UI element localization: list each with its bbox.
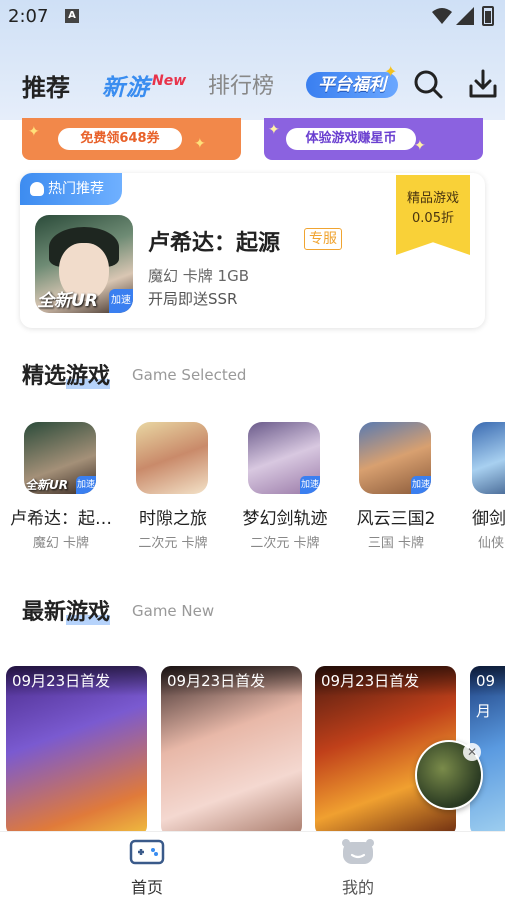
game-icon[interactable]: [472, 422, 505, 494]
game-icon[interactable]: 加速: [359, 422, 431, 494]
game-card[interactable]: 御剑 仙侠: [454, 420, 505, 560]
release-date: 09月23日首发: [315, 666, 456, 696]
section-title-highlight: 游戏: [66, 364, 111, 389]
game-card[interactable]: 加速 梦幻剑轨迹 二次元 卡牌: [230, 420, 340, 560]
bottom-nav-home[interactable]: 首页: [107, 838, 187, 897]
tab-recommend[interactable]: 推荐: [22, 68, 70, 103]
profile-icon: [342, 839, 374, 864]
hot-recommend-tag: 热门推荐: [20, 173, 122, 205]
game-name: 风云三国2: [356, 509, 436, 529]
earn-coins-banner[interactable]: ✦ 体验游戏赚星币 ✦: [264, 118, 483, 160]
icon-caption: 全新UR: [25, 478, 68, 492]
top-nav: 推荐 新游 New 排行榜 平台福利 ✦: [0, 60, 505, 106]
speed-badge: 加速: [411, 476, 431, 494]
icon-caption: 全新UR: [37, 291, 98, 311]
game-tags: 三国 卡牌: [367, 536, 425, 551]
bottom-nav-mine[interactable]: 我的: [318, 838, 398, 897]
sparkle-icon: ✦: [384, 62, 398, 81]
status-time: 2:07: [8, 6, 49, 27]
game-name: 御剑: [472, 509, 505, 529]
discount-ribbon: 精品游戏 0.05折: [396, 175, 470, 255]
game-description: 开局即送SSR: [148, 290, 238, 308]
fire-icon: [30, 182, 44, 196]
game-icon[interactable]: 全新UR 加速: [24, 422, 96, 494]
free-voucher-banner[interactable]: ✦ 免费领648券 ✦: [22, 118, 241, 160]
game-meta: 魔幻 卡牌 1GB: [148, 267, 249, 285]
banner-label: 免费领648券: [58, 128, 182, 150]
tab-new-games[interactable]: 新游: [102, 68, 150, 102]
sparkle-icon: ✦: [414, 138, 426, 154]
section-title-highlight: 游戏: [66, 600, 111, 625]
bottom-nav-label: 我的: [341, 878, 374, 897]
game-name: 时隙之旅: [139, 509, 207, 529]
release-date: 09月23日首发: [6, 666, 147, 696]
wifi-icon: [432, 8, 452, 24]
game-name: 卢希达：起…: [10, 509, 112, 529]
speed-badge: 加速: [76, 476, 96, 494]
hot-tag-label: 热门推荐: [48, 181, 104, 197]
release-date: 09月23日首发: [161, 666, 302, 696]
close-icon[interactable]: ✕: [463, 743, 481, 761]
banner-label: 体验游戏赚星币: [286, 128, 416, 150]
bottom-nav-label: 首页: [130, 878, 163, 897]
game-tags: 魔幻 卡牌: [32, 536, 90, 551]
download-icon[interactable]: [468, 68, 498, 100]
battery-icon: [482, 6, 494, 26]
signal-icon: [456, 7, 474, 25]
ribbon-line: 精品游戏: [406, 191, 459, 206]
game-name: 梦幻剑轨迹: [242, 509, 328, 529]
section-title-selected: 精选游戏: [22, 358, 111, 390]
bottom-nav: 首页 我的: [0, 831, 505, 897]
section-subtitle: Game New: [132, 602, 215, 620]
game-tags: 二次元 卡牌: [138, 536, 208, 551]
game-icon[interactable]: [136, 422, 208, 494]
sparkle-icon: ✦: [28, 124, 40, 140]
new-game-card[interactable]: 09月23日首发: [6, 666, 147, 836]
speed-badge: 加速: [300, 476, 320, 494]
game-icon[interactable]: 加速: [248, 422, 320, 494]
new-game-card[interactable]: 09月23日首发: [161, 666, 302, 836]
sparkle-icon: ✦: [194, 136, 206, 152]
tab-ranking[interactable]: 排行榜: [208, 68, 274, 100]
game-card[interactable]: 全新UR 加速 卢希达：起… 魔幻 卡牌: [6, 420, 116, 560]
server-badge: 专服: [304, 228, 342, 250]
game-card[interactable]: 时隙之旅 二次元 卡牌: [118, 420, 228, 560]
game-icon[interactable]: 全新UR 加速: [35, 215, 133, 313]
section-title-text: 最新: [22, 600, 67, 625]
notification-icon: A: [65, 9, 79, 23]
section-title-latest: 最新游戏: [22, 594, 111, 626]
section-title-text: 精选: [22, 364, 67, 389]
status-bar: 2:07 A: [0, 0, 505, 34]
sparkle-icon: ✦: [268, 122, 280, 138]
game-tags: 仙侠: [478, 536, 505, 551]
speed-badge: 加速: [109, 289, 133, 313]
game-card[interactable]: 加速 风云三国2 三国 卡牌: [341, 420, 451, 560]
hot-recommend-card[interactable]: 热门推荐 全新UR 加速 卢希达：起源 专服 魔幻 卡牌 1GB 开局即送SSR…: [20, 173, 485, 328]
search-icon[interactable]: [412, 68, 444, 100]
new-badge: New: [152, 73, 187, 89]
ribbon-discount: 0.05折: [412, 211, 454, 226]
game-tags: 二次元 卡牌: [250, 536, 320, 551]
gamepad-icon: [129, 839, 165, 865]
game-title: 卢希达：起源: [148, 231, 281, 256]
release-date: 09月: [470, 666, 505, 720]
section-subtitle: Game Selected: [132, 366, 247, 384]
